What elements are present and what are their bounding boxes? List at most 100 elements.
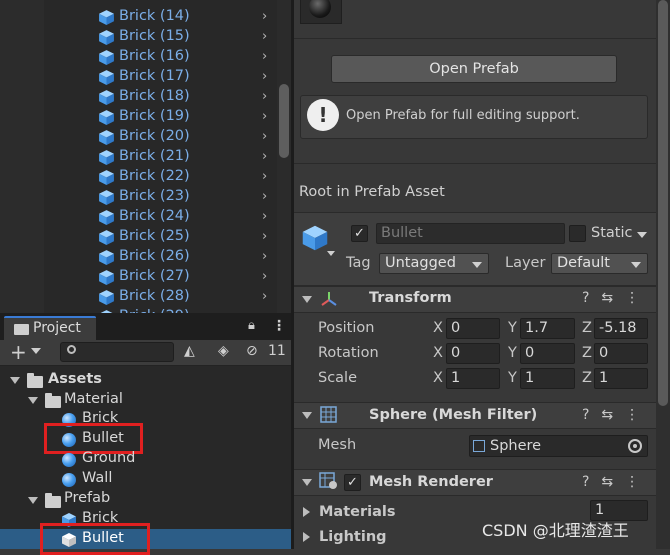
chevron-down-icon[interactable] bbox=[31, 348, 41, 354]
scale-y-field[interactable]: 1 bbox=[520, 368, 575, 389]
expand-arrow-icon[interactable] bbox=[28, 497, 38, 504]
add-asset-button[interactable]: + bbox=[10, 340, 27, 364]
hierarchy-item[interactable]: Brick (24) › bbox=[0, 207, 275, 227]
chevron-right-icon[interactable]: › bbox=[262, 109, 267, 124]
hierarchy-scrollbar-thumb[interactable] bbox=[279, 84, 289, 158]
rotation-y-field[interactable]: 0 bbox=[520, 343, 575, 364]
hierarchy-item[interactable]: Brick (22) › bbox=[0, 167, 275, 187]
tree-item-material-wall[interactable]: Wall bbox=[82, 470, 112, 486]
prefab-cube-icon bbox=[98, 169, 115, 186]
chevron-right-icon[interactable]: › bbox=[262, 269, 267, 284]
search-icon bbox=[67, 345, 76, 354]
hierarchy-item[interactable]: Brick (18) › bbox=[0, 87, 275, 107]
prefab-cube-icon bbox=[98, 109, 115, 126]
rotation-label: Rotation bbox=[318, 345, 379, 361]
kebab-menu-icon[interactable]: ⋮ bbox=[272, 318, 286, 334]
lock-icon[interactable]: 🔒︎ bbox=[248, 318, 255, 333]
expand-arrow-icon[interactable] bbox=[303, 532, 310, 542]
tree-item-prefab[interactable]: Prefab bbox=[64, 490, 110, 506]
object-name-field[interactable]: Bullet bbox=[376, 223, 565, 244]
chevron-right-icon[interactable]: › bbox=[262, 89, 267, 104]
chevron-right-icon[interactable]: › bbox=[262, 29, 267, 44]
collapse-arrow-icon[interactable] bbox=[302, 479, 312, 486]
info-icon: ! bbox=[307, 99, 339, 131]
hierarchy-item[interactable]: Brick (19) › bbox=[0, 107, 275, 127]
open-prefab-button[interactable]: Open Prefab bbox=[331, 55, 617, 83]
materials-label[interactable]: Materials bbox=[319, 504, 396, 520]
chevron-right-icon[interactable]: › bbox=[262, 249, 267, 264]
axis-z-label[interactable]: Z bbox=[582, 345, 592, 361]
layer-dropdown[interactable]: Default bbox=[551, 253, 648, 274]
axis-x-label[interactable]: X bbox=[433, 320, 443, 336]
position-y-field[interactable]: 1.7 bbox=[520, 318, 575, 339]
filter-by-type-icon[interactable]: ◭ bbox=[184, 343, 195, 363]
lighting-label[interactable]: Lighting bbox=[319, 529, 387, 545]
axis-y-label[interactable]: Y bbox=[508, 320, 517, 336]
component-header-icons[interactable]: ?⇆⋮ bbox=[582, 474, 651, 490]
hierarchy-item[interactable]: Brick (28) › bbox=[0, 287, 275, 307]
axis-y-label[interactable]: Y bbox=[508, 370, 517, 386]
hierarchy-item[interactable]: Brick (23) › bbox=[0, 187, 275, 207]
rotation-z-field[interactable]: 0 bbox=[594, 343, 648, 364]
search-input[interactable] bbox=[60, 342, 174, 362]
object-picker-icon[interactable] bbox=[628, 439, 642, 453]
hierarchy-item[interactable]: Brick (14) › bbox=[0, 7, 275, 27]
component-header-icons[interactable]: ?⇆⋮ bbox=[582, 407, 651, 423]
tab-project[interactable]: Project bbox=[4, 316, 96, 340]
watermark: CSDN @北理渣渣王 bbox=[482, 521, 629, 540]
static-checkbox[interactable] bbox=[569, 225, 586, 242]
component-header-icons[interactable]: ?⇆⋮ bbox=[582, 290, 651, 306]
chevron-right-icon[interactable]: › bbox=[262, 169, 267, 184]
position-x-field[interactable]: 0 bbox=[446, 318, 500, 339]
axis-z-label[interactable]: Z bbox=[582, 320, 592, 336]
chevron-right-icon[interactable]: › bbox=[262, 49, 267, 64]
expand-arrow-icon[interactable] bbox=[10, 377, 20, 384]
chevron-down-icon[interactable] bbox=[637, 232, 647, 238]
chevron-right-icon[interactable]: › bbox=[262, 9, 267, 24]
hierarchy-item[interactable]: Brick (21) › bbox=[0, 147, 275, 167]
enabled-checkbox[interactable]: ✓ bbox=[344, 474, 361, 491]
expand-arrow-icon[interactable] bbox=[28, 397, 38, 404]
rotation-x-field[interactable]: 0 bbox=[446, 343, 500, 364]
gameobject-cube-icon[interactable] bbox=[301, 224, 329, 252]
active-checkbox[interactable]: ✓ bbox=[351, 225, 368, 242]
expand-arrow-icon[interactable] bbox=[303, 507, 310, 517]
tree-item-material-ground[interactable]: Ground bbox=[82, 450, 135, 466]
prefab-cube-icon bbox=[98, 209, 115, 226]
collapse-arrow-icon[interactable] bbox=[302, 412, 312, 419]
scale-z-field[interactable]: 1 bbox=[594, 368, 648, 389]
tag-dropdown[interactable]: Untagged bbox=[379, 253, 489, 274]
hierarchy-item[interactable]: Brick (26) › bbox=[0, 247, 275, 267]
hierarchy-item[interactable]: Brick (25) › bbox=[0, 227, 275, 247]
collapse-arrow-icon[interactable] bbox=[302, 296, 312, 303]
hidden-packages-icon[interactable]: ⊘ bbox=[246, 343, 258, 363]
chevron-right-icon[interactable]: › bbox=[262, 289, 267, 304]
chevron-right-icon[interactable]: › bbox=[262, 69, 267, 84]
axis-y-label[interactable]: Y bbox=[508, 345, 517, 361]
hierarchy-item[interactable]: Brick (15) › bbox=[0, 27, 275, 47]
hierarchy-item-label: Brick (20) bbox=[119, 128, 190, 144]
hierarchy-item-label: Brick (26) bbox=[119, 248, 190, 264]
chevron-right-icon[interactable]: › bbox=[262, 189, 267, 204]
axis-x-label[interactable]: X bbox=[433, 345, 443, 361]
tree-item-material[interactable]: Material bbox=[64, 391, 123, 407]
mesh-field[interactable]: Sphere bbox=[469, 435, 648, 457]
hierarchy-item[interactable]: Brick (20) › bbox=[0, 127, 275, 147]
hierarchy-item[interactable]: Brick (17) › bbox=[0, 67, 275, 87]
chevron-right-icon[interactable]: › bbox=[262, 129, 267, 144]
layer-label: Layer bbox=[505, 255, 546, 271]
inspector-scrollbar-thumb[interactable] bbox=[658, 0, 668, 406]
tree-item-assets[interactable]: Assets bbox=[48, 371, 102, 387]
hierarchy-item[interactable]: Brick (27) › bbox=[0, 267, 275, 287]
filter-by-label-icon[interactable]: ◈ bbox=[218, 343, 229, 363]
axis-z-label[interactable]: Z bbox=[582, 370, 592, 386]
hierarchy-item-label: Brick (21) bbox=[119, 148, 190, 164]
scale-x-field[interactable]: 1 bbox=[446, 368, 500, 389]
position-z-field[interactable]: -5.18 bbox=[594, 318, 648, 339]
chevron-down-icon[interactable] bbox=[327, 251, 335, 256]
chevron-right-icon[interactable]: › bbox=[262, 209, 267, 224]
axis-x-label[interactable]: X bbox=[433, 370, 443, 386]
hierarchy-item[interactable]: Brick (16) › bbox=[0, 47, 275, 67]
chevron-right-icon[interactable]: › bbox=[262, 149, 267, 164]
chevron-right-icon[interactable]: › bbox=[262, 229, 267, 244]
